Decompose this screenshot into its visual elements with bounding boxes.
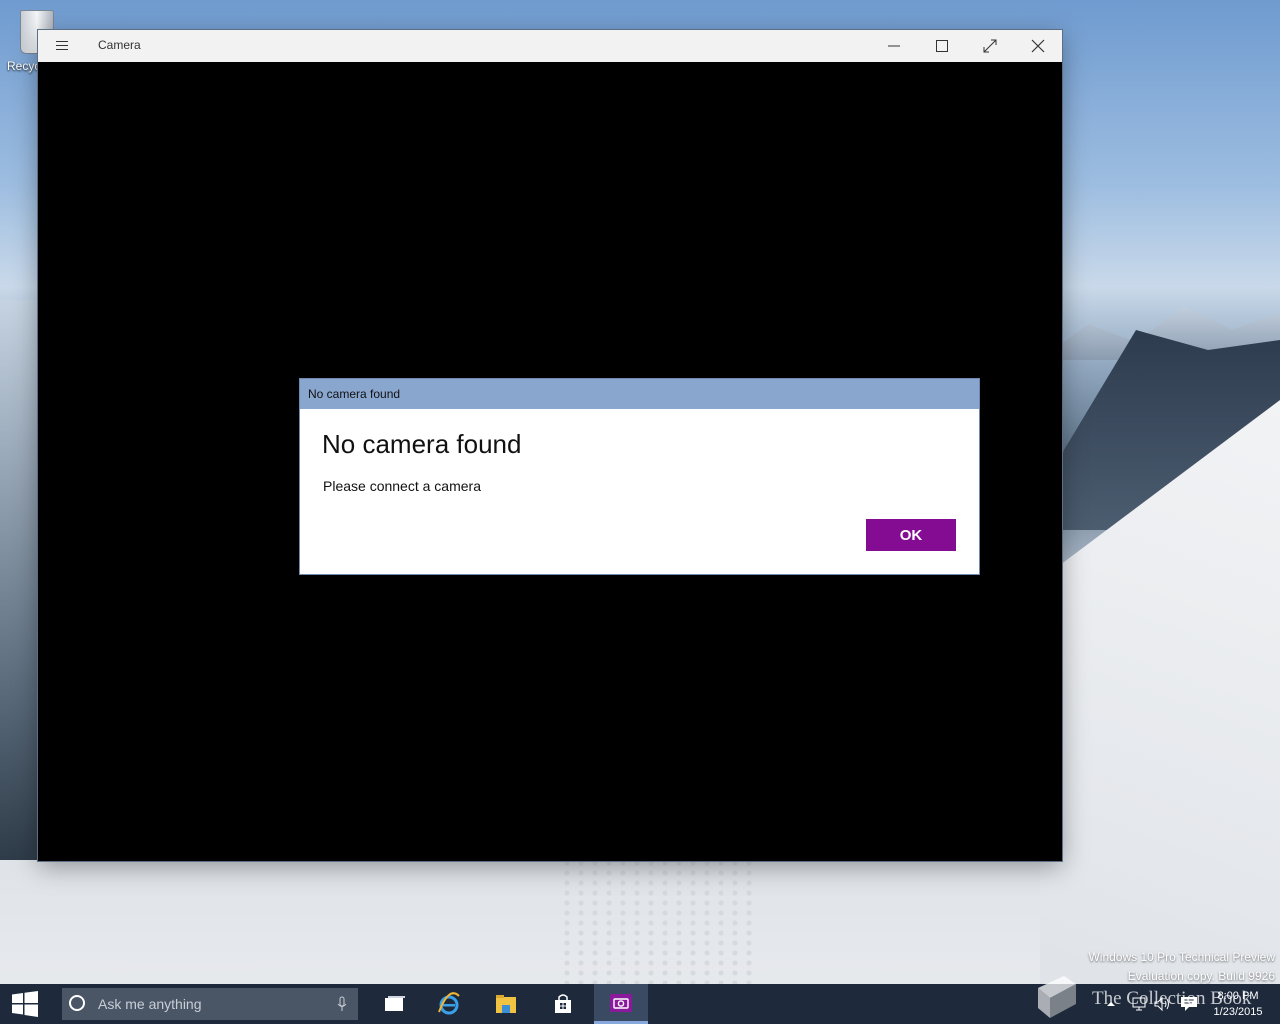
taskbar: Ask me anything 8:00 PM 1/23/2015 xyxy=(0,984,1280,1024)
search-placeholder: Ask me anything xyxy=(98,996,202,1012)
camera-icon xyxy=(610,993,632,1012)
camera-taskbar-button[interactable] xyxy=(594,984,648,1024)
microphone-icon[interactable] xyxy=(334,996,350,1012)
book-logo-icon xyxy=(1038,976,1076,1018)
maximize-icon xyxy=(936,40,948,52)
wallpaper-footprints xyxy=(560,860,760,985)
close-button[interactable] xyxy=(1014,30,1062,62)
store-button[interactable] xyxy=(536,984,590,1024)
maximize-button[interactable] xyxy=(918,30,966,62)
overlay-watermark: The Collection Book xyxy=(1092,988,1252,1009)
fullscreen-icon xyxy=(983,39,997,53)
window-title: Camera xyxy=(98,38,141,52)
no-camera-dialog: No camera found No camera found Please c… xyxy=(299,378,980,575)
minimize-button[interactable] xyxy=(870,30,918,62)
task-view-icon xyxy=(385,996,405,1011)
recycle-bin-label: Recyc xyxy=(7,59,41,73)
file-explorer-button[interactable] xyxy=(479,984,533,1024)
fullscreen-button[interactable] xyxy=(966,30,1014,62)
ok-button[interactable]: OK xyxy=(866,519,956,551)
watermark-edition: Windows 10 Pro Technical Preview xyxy=(1088,950,1275,964)
task-view-button[interactable] xyxy=(368,984,422,1024)
folder-icon xyxy=(496,995,516,1013)
minimize-icon xyxy=(888,45,900,47)
ie-icon xyxy=(438,992,460,1015)
dialog-title-bar: No camera found xyxy=(300,379,979,409)
store-icon xyxy=(555,994,571,1013)
start-button[interactable] xyxy=(0,984,50,1024)
hamburger-icon[interactable] xyxy=(48,34,76,58)
cortana-icon xyxy=(69,995,85,1011)
wallpaper-left xyxy=(0,300,40,860)
watermark-build: Evaluation copy. Build 9926 xyxy=(1127,969,1275,983)
close-icon xyxy=(1031,39,1045,53)
dialog-message: Please connect a camera xyxy=(323,478,481,494)
internet-explorer-button[interactable] xyxy=(422,984,476,1024)
title-bar[interactable]: Camera xyxy=(38,30,1062,62)
windows-logo-icon xyxy=(12,991,38,1017)
search-box[interactable]: Ask me anything xyxy=(62,988,358,1020)
dialog-heading: No camera found xyxy=(322,429,522,459)
